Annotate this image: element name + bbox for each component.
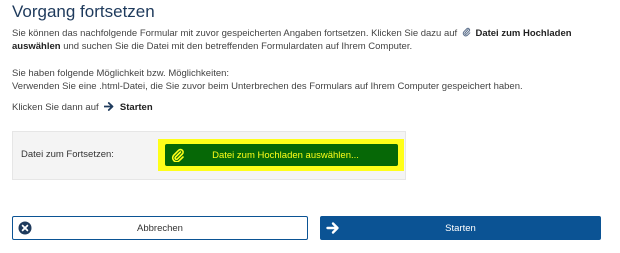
arrow-right-icon: [326, 222, 339, 234]
intro-text-after: und suchen Sie die Datei mit den betreff…: [63, 41, 413, 52]
instruction-text: Klicken Sie dann auf Starten: [12, 102, 153, 113]
upload-label: Datei zum Fortsetzen:: [21, 149, 114, 160]
intro-text: Sie können das nachfolgende Formular mit…: [12, 27, 608, 53]
cancel-button-label: Abbrechen: [137, 222, 183, 234]
upload-panel: Datei zum Fortsetzen: Datei zum Hochlade…: [12, 131, 406, 180]
close-circle-icon: [18, 221, 32, 235]
arrow-right-icon: [104, 102, 114, 111]
start-button-label: Starten: [445, 222, 476, 234]
options-line-1: Sie haben folgende Möglichkeit bzw. Mögl…: [12, 68, 230, 79]
start-button[interactable]: Starten: [320, 216, 601, 240]
instruction-start-text: Starten: [119, 102, 153, 113]
paperclip-icon: [462, 27, 471, 37]
paperclip-icon: [171, 148, 184, 162]
instruction-text-before: Klicken Sie dann auf: [12, 102, 99, 113]
upload-file-button-label: Datei zum Hochladen auswählen...: [212, 149, 359, 161]
cancel-button[interactable]: Abbrechen: [12, 216, 308, 240]
upload-file-button[interactable]: Datei zum Hochladen auswählen...: [165, 144, 398, 166]
options-text: Sie haben folgende Möglichkeit bzw. Mögl…: [12, 68, 608, 93]
options-line-2: Verwenden Sie eine .html-Datei, die Sie …: [12, 80, 523, 92]
page-title: Vorgang fortsetzen: [12, 2, 155, 21]
intro-text-before: Sie können das nachfolgende Formular mit…: [12, 28, 458, 39]
